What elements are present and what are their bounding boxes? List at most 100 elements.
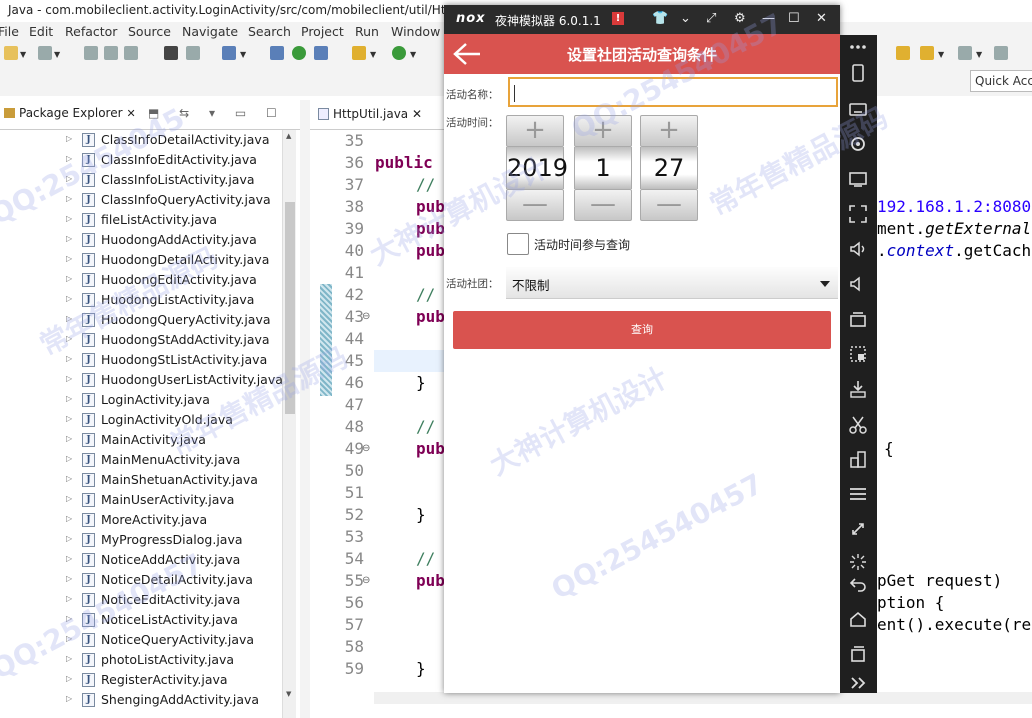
- fold-toggle-icon[interactable]: ⊖: [362, 443, 370, 454]
- expand-arrow-icon[interactable]: ▷: [66, 654, 72, 663]
- menu-search[interactable]: Search: [248, 24, 291, 39]
- expand-arrow-icon[interactable]: ▷: [66, 154, 72, 163]
- new-icon[interactable]: [4, 46, 18, 60]
- expand-arrow-icon[interactable]: ▷: [66, 314, 72, 323]
- expand-arrow-icon[interactable]: ▷: [66, 414, 72, 423]
- menu-window[interactable]: Window: [391, 24, 440, 39]
- new-interface-icon[interactable]: [314, 46, 328, 60]
- sdk-manager-icon[interactable]: [186, 46, 200, 60]
- notification-badge[interactable]: !: [612, 12, 624, 25]
- view-toolbar[interactable]: ⬒ ⇆ ▾ ▭ ☐: [148, 106, 285, 120]
- back-icon[interactable]: [848, 574, 868, 594]
- list-item[interactable]: ▷ J MyProgressDialog.java: [0, 530, 282, 550]
- list-item[interactable]: ▷ J HuodongAddActivity.java: [0, 230, 282, 250]
- chevron-down-icon[interactable]: ▼: [240, 50, 246, 59]
- new-package-icon[interactable]: [270, 46, 284, 60]
- home-icon[interactable]: [848, 609, 868, 629]
- close-icon[interactable]: ✕: [412, 107, 422, 121]
- list-item[interactable]: ▷ J MoreActivity.java: [0, 510, 282, 530]
- chevron-down-icon[interactable]: ▼: [20, 50, 26, 59]
- expand-icon[interactable]: [848, 673, 868, 693]
- scroll-down-icon[interactable]: ▼: [286, 690, 291, 698]
- expand-arrow-icon[interactable]: ▷: [66, 494, 72, 503]
- debug-icon[interactable]: [352, 46, 366, 60]
- fold-toggle-icon[interactable]: ⊖: [362, 575, 370, 586]
- list-item[interactable]: ▷ J HuodongEditActivity.java: [0, 270, 282, 290]
- expand-arrow-icon[interactable]: ▷: [66, 474, 72, 483]
- chevron-down-icon[interactable]: ▼: [410, 50, 416, 59]
- minus-icon[interactable]: —: [506, 189, 564, 221]
- loading-icon[interactable]: [848, 552, 868, 572]
- run-icon[interactable]: [392, 46, 406, 60]
- chevron-down-icon[interactable]: ▼: [938, 50, 944, 59]
- maximize-icon[interactable]: ☐: [788, 11, 800, 26]
- expand-arrow-icon[interactable]: ▷: [66, 394, 72, 403]
- activity-name-field[interactable]: [508, 77, 838, 107]
- apk-install-icon[interactable]: [848, 379, 868, 399]
- list-item[interactable]: ▷ JfileListActivity.java: [0, 210, 282, 230]
- list-item[interactable]: ▷ JphotoListActivity.java: [0, 650, 282, 670]
- quick-access-input[interactable]: Quick Acc: [970, 70, 1032, 92]
- expand-arrow-icon[interactable]: ▷: [66, 374, 72, 383]
- fold-toggle-icon[interactable]: ⊖: [362, 311, 370, 322]
- expand-arrow-icon[interactable]: ▷: [66, 134, 72, 143]
- list-item[interactable]: ▷ J LoginActivity.java: [0, 390, 282, 410]
- list-item[interactable]: ▷ J HuodongStAddActivity.java: [0, 330, 282, 350]
- pin-icon[interactable]: ⤢: [706, 11, 716, 26]
- list-item[interactable]: ▷ J NoticeEditActivity.java: [0, 590, 282, 610]
- list-item[interactable]: ▷ J MainUserActivity.java: [0, 490, 282, 510]
- screenshot-icon[interactable]: [848, 344, 868, 364]
- theme-icon[interactable]: 👕: [652, 11, 668, 26]
- minus-icon[interactable]: —: [574, 189, 632, 221]
- phone-rotate-icon[interactable]: [848, 63, 868, 83]
- next-annotation-icon[interactable]: [920, 46, 934, 60]
- menu-run[interactable]: Run: [355, 24, 379, 39]
- shake-icon[interactable]: [848, 519, 868, 539]
- expand-arrow-icon[interactable]: ▷: [66, 234, 72, 243]
- time-query-checkbox-label[interactable]: 活动时间参与查询: [534, 236, 630, 253]
- chevron-down-icon[interactable]: ▼: [370, 50, 376, 59]
- menu-source[interactable]: Source: [128, 24, 171, 39]
- menu-navigate[interactable]: Navigate: [182, 24, 238, 39]
- expand-arrow-icon[interactable]: ▷: [66, 254, 72, 263]
- time-query-checkbox[interactable]: [507, 233, 529, 255]
- panel-divider[interactable]: [300, 100, 310, 718]
- minus-icon[interactable]: —: [640, 189, 698, 221]
- recents-icon[interactable]: [848, 644, 868, 664]
- plus-icon[interactable]: +: [640, 115, 698, 147]
- expand-arrow-icon[interactable]: ▷: [66, 634, 72, 643]
- query-button[interactable]: 查询: [453, 311, 831, 349]
- list-item[interactable]: ▷ J ClassInfoListActivity.java: [0, 170, 282, 190]
- dock-icon[interactable]: [848, 449, 868, 469]
- print-icon[interactable]: [104, 46, 118, 60]
- expand-arrow-icon[interactable]: ▷: [66, 434, 72, 443]
- list-item[interactable]: ▷ J NoticeQueryActivity.java: [0, 630, 282, 650]
- save-all-icon[interactable]: [84, 46, 98, 60]
- list-item[interactable]: ▷ J MainActivity.java: [0, 430, 282, 450]
- expand-arrow-icon[interactable]: ▷: [66, 354, 72, 363]
- expand-arrow-icon[interactable]: ▷: [66, 574, 72, 583]
- package-explorer-scrollbar[interactable]: ▲ ▼: [282, 130, 296, 718]
- prev-annotation-icon[interactable]: [896, 46, 910, 60]
- list-item[interactable]: ▷ J HuodongDetailActivity.java: [0, 250, 282, 270]
- expand-arrow-icon[interactable]: ▷: [66, 614, 72, 623]
- screen-icon[interactable]: [848, 169, 868, 189]
- properties-icon[interactable]: [124, 46, 138, 60]
- close-icon[interactable]: ✕: [127, 107, 136, 120]
- expand-arrow-icon[interactable]: ▷: [66, 274, 72, 283]
- save-icon[interactable]: [38, 46, 52, 60]
- fullscreen-icon[interactable]: [848, 204, 868, 224]
- plus-icon[interactable]: +: [506, 115, 564, 147]
- chevron-down-icon[interactable]: ▼: [976, 50, 982, 59]
- expand-arrow-icon[interactable]: ▷: [66, 174, 72, 183]
- list-item[interactable]: ▷ J MainShetuanActivity.java: [0, 470, 282, 490]
- expand-arrow-icon[interactable]: ▷: [66, 194, 72, 203]
- day-value[interactable]: 27: [640, 147, 698, 189]
- expand-arrow-icon[interactable]: ▷: [66, 534, 72, 543]
- list-item[interactable]: ▷ J MainMenuActivity.java: [0, 450, 282, 470]
- list-item[interactable]: ▷ J ShengingAddActivity.java: [0, 690, 282, 710]
- gear-icon[interactable]: ⚙: [734, 11, 746, 26]
- tab-package-explorer[interactable]: Package Explorer ✕: [4, 106, 136, 120]
- back-nav-icon[interactable]: [958, 46, 972, 60]
- month-picker[interactable]: + 1 —: [574, 115, 632, 223]
